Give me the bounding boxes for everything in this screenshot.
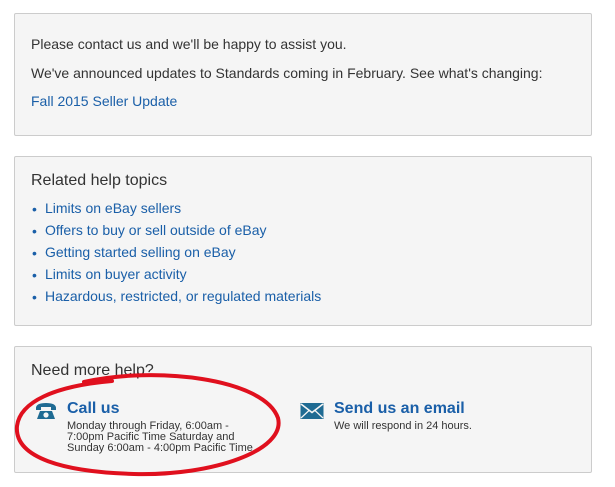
call-us-title[interactable]: Call us (67, 400, 119, 418)
telephone-icon (36, 403, 56, 419)
email-title[interactable]: Send us an email (334, 400, 465, 418)
topic-link[interactable]: Limits on buyer activity (45, 266, 187, 282)
list-item: • Offers to buy or sell outside of eBay (30, 221, 321, 243)
bullet-icon: • (32, 223, 37, 239)
topic-link[interactable]: Hazardous, restricted, or regulated mate… (45, 288, 321, 304)
topic-link[interactable]: Offers to buy or sell outside of eBay (45, 222, 267, 238)
topic-link[interactable]: Limits on eBay sellers (45, 200, 181, 216)
topic-link[interactable]: Getting started selling on eBay (45, 244, 236, 260)
seller-update-link[interactable]: Fall 2015 Seller Update (31, 92, 177, 110)
envelope-icon (300, 403, 324, 419)
email-response-time: We will respond in 24 hours. (334, 420, 472, 432)
bullet-icon: • (32, 245, 37, 261)
list-item: • Hazardous, restricted, or regulated mat… (30, 287, 321, 309)
related-topics-heading: Related help topics (31, 172, 168, 189)
bullet-icon: • (32, 267, 37, 283)
need-help-heading: Need more help? (31, 362, 154, 379)
list-item: • Limits on eBay sellers (30, 199, 321, 221)
call-hours-line: Sunday 6:00am - 4:00pm Pacific Time. (67, 442, 256, 454)
standards-announcement: We've announced updates to Standards com… (31, 65, 543, 81)
email-option[interactable]: Send us an email We will respond in 24 h… (300, 400, 560, 441)
call-us-option[interactable]: Call us Monday through Friday, 6:00am - … (35, 400, 287, 461)
list-item: • Getting started selling on eBay (30, 243, 321, 265)
bullet-icon: • (32, 289, 37, 305)
contact-panel: Please contact us and we'll be happy to … (14, 13, 592, 136)
need-help-panel: Need more help? Call us Monday through F… (14, 346, 592, 473)
list-item: • Limits on buyer activity (30, 265, 321, 287)
contact-message: Please contact us and we'll be happy to … (31, 36, 347, 52)
call-hours: Monday through Friday, 6:00am - 7:00pm P… (67, 421, 287, 454)
related-topics-panel: Related help topics • Limits on eBay sell… (14, 156, 592, 326)
related-topics-list: • Limits on eBay sellers • Offers to buy o… (30, 199, 321, 309)
bullet-icon: • (32, 201, 37, 217)
